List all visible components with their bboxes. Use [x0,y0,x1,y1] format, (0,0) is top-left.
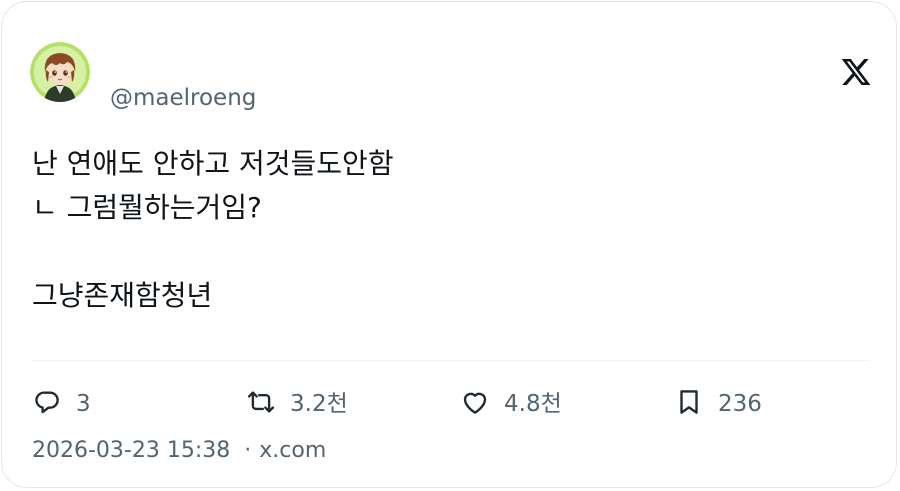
tweet-line: 난 연애도 안하고 저것들도안함 [32,147,394,180]
reply-icon [32,387,62,421]
timestamp[interactable]: 2026-03-23 15:38 [32,438,230,463]
reply-button[interactable]: 3 [32,387,91,421]
separator-dot: · [244,438,252,463]
avatar-image [30,42,90,102]
tweet-line: ㄴ 그럼뭘하는거임? [32,191,262,224]
retweet-count: 3.2천 [290,391,348,417]
retweet-button[interactable]: 3.2천 [246,387,348,421]
retweet-icon [246,387,276,421]
like-count: 4.8천 [504,391,562,417]
tweet-line: 그냥존재함청년 [32,279,213,312]
bookmark-count: 236 [718,391,762,417]
divider [32,360,870,361]
tweet-text: 난 연애도 안하고 저것들도안함 ㄴ 그럼뭘하는거임? 그냥존재함청년 [32,142,862,318]
tweet-line [32,230,862,274]
avatar[interactable] [30,42,90,102]
like-button[interactable]: 4.8천 [460,387,562,421]
source-link[interactable]: x.com [259,438,326,463]
tweet-footer: 2026-03-23 15:38 · x.com [32,436,326,466]
x-logo-icon[interactable] [840,56,872,88]
author-handle[interactable]: @maelroeng [110,84,256,112]
bookmark-button[interactable]: 236 [674,387,762,421]
tweet-card: @maelroeng 난 연애도 안하고 저것들도안함 ㄴ 그럼뭘하는거임? 그… [1,1,897,488]
bookmark-icon [674,387,704,421]
reply-count: 3 [76,391,91,417]
heart-icon [460,387,490,421]
